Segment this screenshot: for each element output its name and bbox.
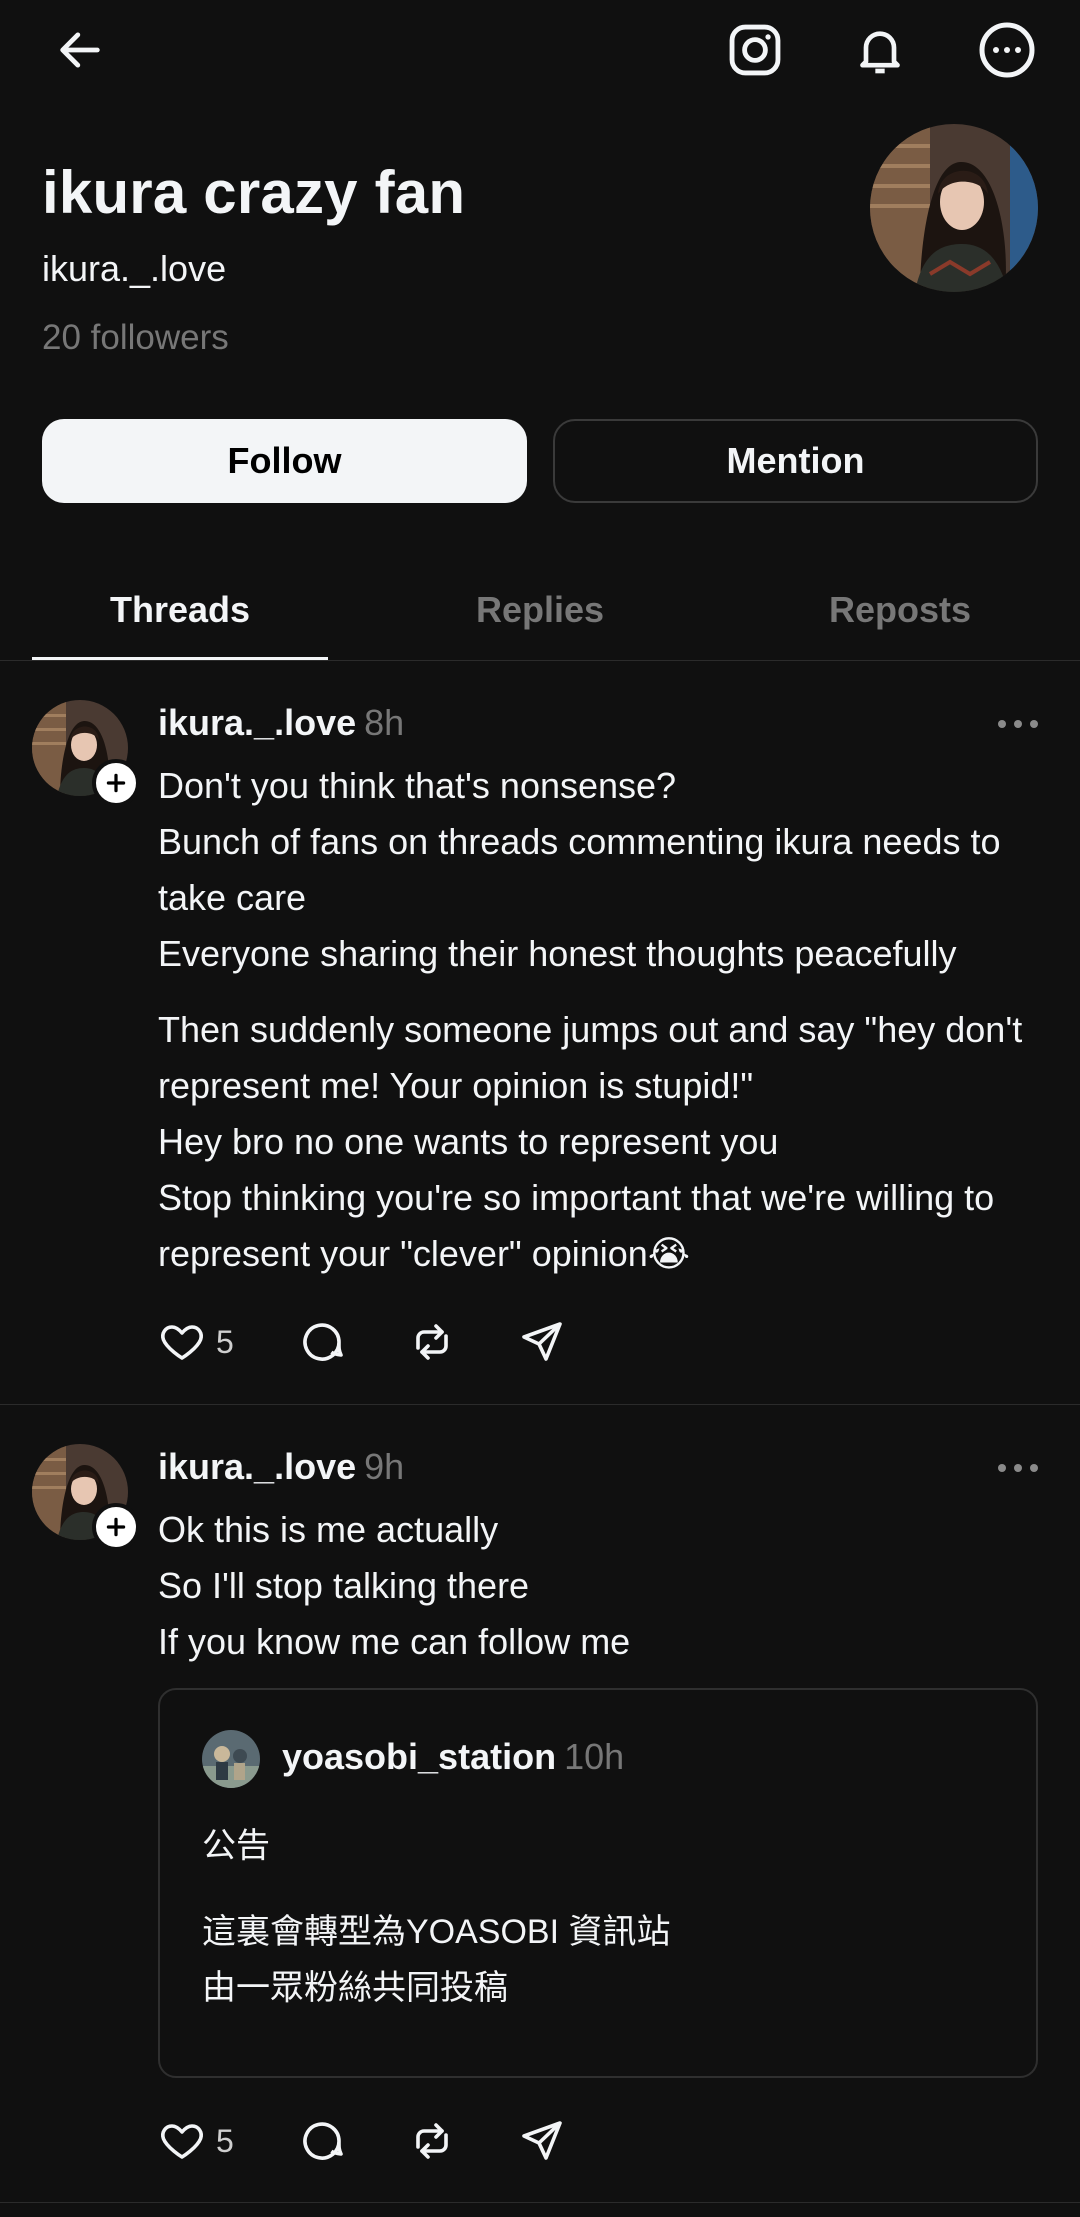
profile-handle: ikura._.love [42,248,227,289]
share-button[interactable] [518,2111,566,2171]
tab-threads[interactable]: Threads [32,560,328,660]
post-line: Hey bro no one wants to represent you [158,1121,779,1162]
followers-count[interactable]: 20 followers [42,318,229,358]
quoted-avatar[interactable] [202,1730,260,1788]
quoted-header: yoasobi_station 10h [282,1736,624,1778]
quoted-post[interactable]: yoasobi_station 10h 公告 這裏會轉型為YOASOBI 資訊站 … [158,1688,1038,2078]
post-more-icon[interactable] [996,1458,1040,1478]
post-time: 9h [364,1446,405,1487]
heart-icon [161,1325,203,1360]
repost-button[interactable] [408,2111,456,2171]
follow-button[interactable]: Follow [42,419,527,503]
quoted-text: 公告 這裏會轉型為YOASOBI 資訊站 由一眾粉絲共同投稿 [202,1818,671,2016]
post-divider [0,1404,1080,1405]
bell-icon[interactable] [848,18,912,82]
post-text: Don't you think that's nonsense? Bunch o… [158,758,1048,1282]
send-icon [522,1322,562,1361]
comment-icon [303,1323,343,1361]
send-icon [522,2121,562,2160]
post-line: Stop thinking you're so important that w… [158,1177,995,1274]
like-button[interactable]: 5 [158,1312,234,1372]
post-line: Bunch of fans on threads commenting ikur… [158,821,1001,918]
post-line: So I'll stop talking there [158,1565,530,1606]
like-button[interactable]: 5 [158,2111,234,2171]
mention-button[interactable]: Mention [553,419,1038,503]
like-count: 5 [216,1323,234,1360]
like-count: 5 [216,2122,234,2159]
share-button[interactable] [518,1312,566,1372]
repost-icon [416,1324,448,1360]
tab-replies[interactable]: Replies [392,560,688,660]
top-bar [0,0,1080,110]
quoted-line: 由一眾粉絲共同投稿 [202,1969,508,2007]
follow-plus-icon[interactable] [92,759,140,807]
tab-reposts[interactable]: Reposts [752,560,1048,660]
post-line: If you know me can follow me [158,1621,631,1662]
profile-name: ikura crazy fan [42,159,466,226]
post-line: Then suddenly someone jumps out and say … [158,1009,1023,1106]
heart-icon [161,2124,203,2159]
post-text: Ok this is me actually So I'll stop talk… [158,1502,1048,1670]
follow-plus-icon[interactable] [92,1503,140,1551]
post-username[interactable]: ikura._.love [158,702,356,743]
quoted-username[interactable]: yoasobi_station [282,1736,556,1777]
post-divider [0,2202,1080,2203]
profile-avatar[interactable] [870,124,1038,292]
instagram-icon[interactable] [723,18,787,82]
post-line: Ok this is me actually [158,1509,499,1550]
comment-icon [303,2122,343,2160]
quoted-line: 這裏會轉型為YOASOBI 資訊站 [202,1913,671,1951]
profile-tabs: Threads Replies Reposts [0,560,1080,661]
post-header: ikura._.love 9h [158,1446,404,1488]
repost-icon [416,2123,448,2159]
post-more-icon[interactable] [996,714,1040,734]
reply-button[interactable] [298,2111,346,2171]
tab-active-indicator [32,657,328,660]
quoted-line: 公告 [202,1827,270,1865]
post-username[interactable]: ikura._.love [158,1446,356,1487]
reply-button[interactable] [298,1312,346,1372]
post-time: 8h [364,702,405,743]
arrow-left-icon[interactable] [48,18,112,82]
repost-button[interactable] [408,1312,456,1372]
more-circle-icon[interactable] [975,18,1039,82]
post-line: Don't you think that's nonsense? [158,765,677,806]
quoted-time: 10h [564,1736,625,1777]
post-line: Everyone sharing their honest thoughts p… [158,933,957,974]
post-header: ikura._.love 8h [158,702,404,744]
